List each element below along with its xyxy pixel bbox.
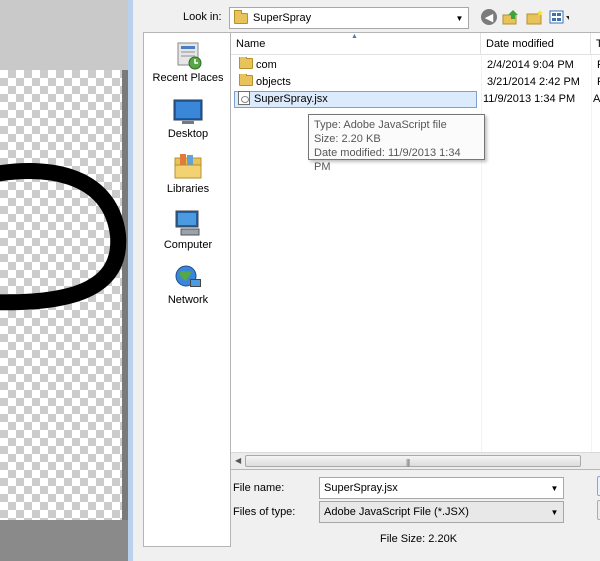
up-folder-icon (502, 10, 518, 25)
file-size-text: File Size: 2.20K (380, 533, 458, 545)
open-file-dialog: Look in: SuperSpray ▼ ◀ Recent Places De… (128, 0, 600, 561)
back-button[interactable]: ◀ (481, 9, 497, 25)
files-of-type-label: Files of type: (233, 506, 296, 518)
new-folder-icon (526, 10, 543, 25)
column-header-type[interactable]: Ty (591, 33, 600, 55)
place-desktop[interactable]: Desktop (144, 97, 232, 140)
scroll-thumb[interactable]: ||| (245, 455, 581, 467)
horizontal-scrollbar[interactable]: ◀ ||| (231, 452, 600, 469)
view-menu-button[interactable] (549, 8, 569, 26)
file-info-tooltip: Type: Adobe JavaScript file Size: 2.20 K… (308, 114, 485, 173)
recent-places-icon (172, 41, 204, 70)
tooltip-type: Type: Adobe JavaScript file (314, 119, 447, 131)
place-network[interactable]: Network (144, 263, 232, 306)
place-label: Computer (163, 239, 213, 251)
jsx-file-icon (238, 91, 250, 105)
place-label: Recent Places (152, 72, 224, 84)
scroll-grip-icon: ||| (406, 458, 410, 467)
files-of-type-dropdown[interactable]: Adobe JavaScript File (*.JSX) ▼ (319, 501, 564, 523)
place-label: Libraries (166, 183, 210, 195)
up-folder-button[interactable] (501, 8, 521, 26)
folder-icon (234, 9, 248, 24)
places-bar: Recent Places Desktop Libraries Computer… (143, 32, 231, 547)
file-type: A (593, 93, 600, 105)
file-date: 2/4/2014 9:04 PM (487, 59, 574, 71)
list-header: Name ▲ Date modified Ty (231, 33, 600, 55)
column-header-date-modified[interactable]: Date modified (481, 33, 591, 55)
chevron-down-icon: ▼ (455, 13, 464, 23)
back-arrow-icon: ◀ (484, 11, 494, 24)
look-in-dropdown[interactable]: SuperSpray ▼ (229, 7, 469, 29)
file-name: com (256, 59, 277, 71)
folder-icon (239, 57, 253, 69)
new-folder-button[interactable] (525, 8, 545, 26)
toolbar: ◀ (481, 8, 569, 26)
file-name: objects (256, 76, 291, 88)
network-icon (172, 263, 204, 291)
chevron-down-icon: ▼ (550, 507, 559, 517)
file-name-label: File name: (233, 482, 285, 494)
canvas-background (0, 0, 128, 70)
place-label: Network (167, 294, 209, 306)
place-libraries[interactable]: Libraries (144, 152, 232, 195)
canvas-area (0, 0, 128, 561)
files-of-type-value: Adobe JavaScript File (*.JSX) (324, 506, 469, 518)
look-in-value: SuperSpray (253, 12, 312, 24)
view-menu-icon (549, 10, 569, 24)
file-row-objects[interactable]: objects 3/21/2014 2:42 PM Fi (235, 74, 600, 91)
folder-icon (239, 74, 253, 86)
file-name-value: SuperSpray.jsx (324, 482, 398, 494)
file-date: 3/21/2014 2:42 PM (487, 76, 580, 88)
computer-icon (172, 208, 204, 236)
file-name: SuperSpray.jsx (254, 93, 328, 105)
libraries-icon (172, 152, 204, 180)
file-date: 11/9/2013 1:34 PM (483, 93, 576, 105)
file-row-com[interactable]: com 2/4/2014 9:04 PM Fi (235, 57, 600, 74)
look-in-label: Look in: (183, 11, 222, 23)
tooltip-size: Size: 2.20 KB (314, 133, 381, 145)
scroll-left-arrow-icon[interactable]: ◀ (235, 456, 241, 465)
file-list[interactable]: Name ▲ Date modified Ty com 2/4/2014 9:0… (230, 32, 600, 470)
place-label: Desktop (167, 128, 209, 140)
desktop-icon (172, 97, 204, 125)
canvas-background-bottom (0, 520, 128, 561)
tooltip-date: Date modified: 11/9/2013 1:34 PM (314, 147, 461, 173)
place-computer[interactable]: Computer (144, 208, 232, 251)
column-divider (591, 55, 592, 455)
drawn-ellipse-stroke (0, 163, 127, 311)
sort-ascending-icon: ▲ (351, 33, 358, 40)
file-name-input[interactable]: SuperSpray.jsx ▼ (319, 477, 564, 499)
place-recent-places[interactable]: Recent Places (144, 41, 232, 84)
chevron-down-icon[interactable]: ▼ (546, 478, 563, 498)
file-row-superspray-details[interactable]: 11/9/2013 1:34 PM A (481, 91, 600, 108)
file-row-superspray-jsx[interactable]: SuperSpray.jsx (234, 91, 477, 108)
